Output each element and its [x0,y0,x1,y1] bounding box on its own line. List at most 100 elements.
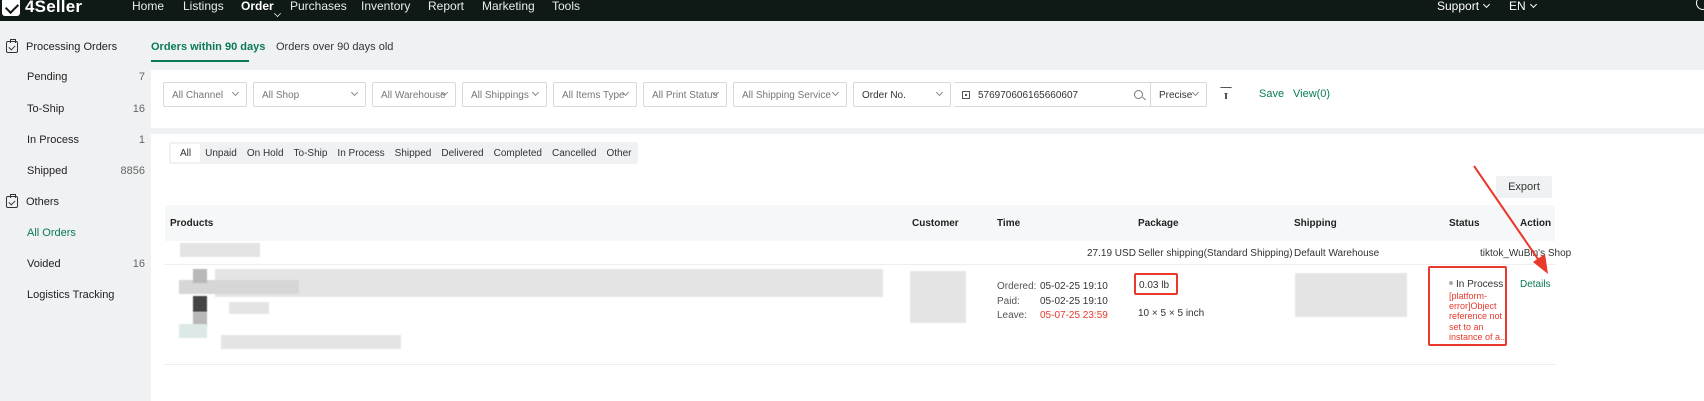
tab-orders-within-90-days[interactable]: Orders within 90 days [151,41,265,53]
save-view-button[interactable]: Save [1259,88,1284,100]
error-message-line: error]Object [1449,301,1497,311]
redacted-product-title [215,269,883,297]
sidebar-item-to-ship[interactable]: To-Ship 16 [27,103,145,115]
sidebar-group-others[interactable]: Others [6,194,60,208]
sidebar-item-count: 1 [138,134,145,146]
nav-listings[interactable]: Listings [183,0,224,13]
search-icon[interactable] [1134,90,1143,99]
nav-inventory[interactable]: Inventory [361,0,410,13]
redacted-product-image [193,296,207,312]
status-tab-shipped[interactable]: Shipped [390,144,437,162]
details-link[interactable]: Details [1520,279,1551,290]
status-tab-delivered[interactable]: Delivered [436,144,488,162]
redacted-order-id [180,243,260,257]
status-tab-unpaid[interactable]: Unpaid [200,144,242,162]
logo-mark-icon [2,0,20,16]
select-value: Order No. [862,90,906,101]
language-label: EN [1509,0,1526,13]
sidebar-item-label: Pending [27,71,68,83]
brand-logo[interactable]: 4Seller [2,0,82,18]
package-dimensions: 10 × 5 × 5 inch [1138,308,1205,319]
sidebar-item-pending[interactable]: Pending 7 [27,71,145,83]
tab-orders-over-90-days[interactable]: Orders over 90 days old [276,41,393,53]
sidebar-item-label: Shipped [27,165,68,177]
select-value: All Items Type [562,90,625,101]
column-header-customer: Customer [912,218,959,229]
nav-report[interactable]: Report [428,0,464,13]
export-button[interactable]: Export [1496,176,1552,198]
error-message-line: reference not [1449,311,1503,321]
sidebar-item-count: 8856 [120,165,145,177]
support-menu[interactable]: Support [1437,0,1491,13]
items-type-select[interactable]: All Items Type [553,82,637,107]
status-tab-cancelled[interactable]: Cancelled [547,144,601,162]
shop-name: tiktok_WuBin's Shop [1480,248,1572,259]
error-message-line: set to an [1449,322,1484,332]
select-value: All Channel [172,90,224,101]
chevron-down-icon [531,88,540,97]
redacted-product-image [179,324,207,338]
table-header: Products Customer Time Package Shipping … [165,205,1555,241]
column-header-shipping: Shipping [1294,218,1337,229]
nav-order[interactable]: Order [241,0,274,13]
sidebar-item-all-orders[interactable]: All Orders [27,227,145,239]
status-text: In Process [1456,279,1504,290]
top-nav-bar: 4Seller Home Listings Order Purchases In… [0,0,1704,21]
nav-marketing[interactable]: Marketing [482,0,535,13]
paid-time: 05-02-25 19:10 [1040,296,1108,307]
order-list-panel: All Unpaid On Hold To-Ship In Process Sh… [151,134,1704,401]
sidebar-group-label: Others [26,196,60,208]
select-value: All Print Status [652,90,718,101]
shippings-select[interactable]: All Shippings [462,82,547,107]
status-tab-in-process[interactable]: In Process [332,144,389,162]
sidebar-item-label: All Orders [27,227,76,239]
sidebar-item-label: To-Ship [27,103,65,115]
chevron-down-icon [1191,88,1200,97]
sidebar-item-in-process[interactable]: In Process 1 [27,134,145,146]
chevron-down-icon [1482,0,1491,9]
nav-tools[interactable]: Tools [552,0,580,13]
avatar[interactable] [1696,0,1704,10]
select-value: Precise [1159,90,1193,101]
status-tab-all[interactable]: All [171,144,201,162]
table-row: Ordered: 05-02-25 19:10 Paid: 05-02-25 1… [165,265,1555,365]
status-tab-on-hold[interactable]: On Hold [242,144,289,162]
chevron-down-icon [1529,0,1537,9]
status-tabs: All Unpaid On Hold To-Ship In Process Sh… [169,142,639,164]
order-search-input[interactable]: 576970606165660607 [954,82,1152,107]
sidebar: Processing Orders Pending 7 To-Ship 16 I… [0,21,150,401]
channel-select[interactable]: All Channel [163,82,247,107]
status-tab-to-ship[interactable]: To-Ship [289,144,333,162]
search-by-select[interactable]: Order No. [853,82,951,107]
match-mode-select[interactable]: Precise [1150,82,1207,107]
sidebar-group-label: Processing Orders [26,41,118,53]
nav-purchases[interactable]: Purchases [290,0,347,13]
shop-select[interactable]: All Shop [253,82,366,107]
package-weight: 0.03 lb [1139,280,1170,291]
shipping-service-select[interactable]: All Shipping Service [733,82,847,107]
sidebar-item-count: 7 [138,71,145,83]
funnel-stem [1225,93,1227,99]
print-status-select[interactable]: All Print Status [643,82,727,107]
redacted-product-sku [221,335,401,349]
filter-panel: All Channel All Shop All Warehouse All S… [151,70,1704,128]
warehouse-select[interactable]: All Warehouse [372,82,456,107]
error-message-line: instance of a... [1449,332,1508,342]
status-tab-completed[interactable]: Completed [489,144,547,162]
clipboard-check-icon [6,194,18,208]
select-value: All Warehouse [381,90,446,101]
select-value: All Shop [262,90,300,101]
status-tab-other[interactable]: Other [601,144,636,162]
sidebar-item-shipped[interactable]: Shipped 8856 [27,165,145,177]
sidebar-item-voided[interactable]: Voided 16 [27,258,145,270]
language-menu[interactable]: EN [1509,0,1537,13]
chevron-down-icon [274,10,281,17]
paid-label: Paid: [997,296,1020,307]
filter-icon[interactable] [1220,87,1232,99]
sidebar-group-processing[interactable]: Processing Orders [6,39,118,53]
redacted-customer [910,271,966,323]
view-button[interactable]: View(0) [1293,88,1330,100]
nav-home[interactable]: Home [132,0,164,13]
sidebar-item-logistics-tracking[interactable]: Logistics Tracking [27,289,145,301]
brand-name: 4Seller [25,0,83,16]
